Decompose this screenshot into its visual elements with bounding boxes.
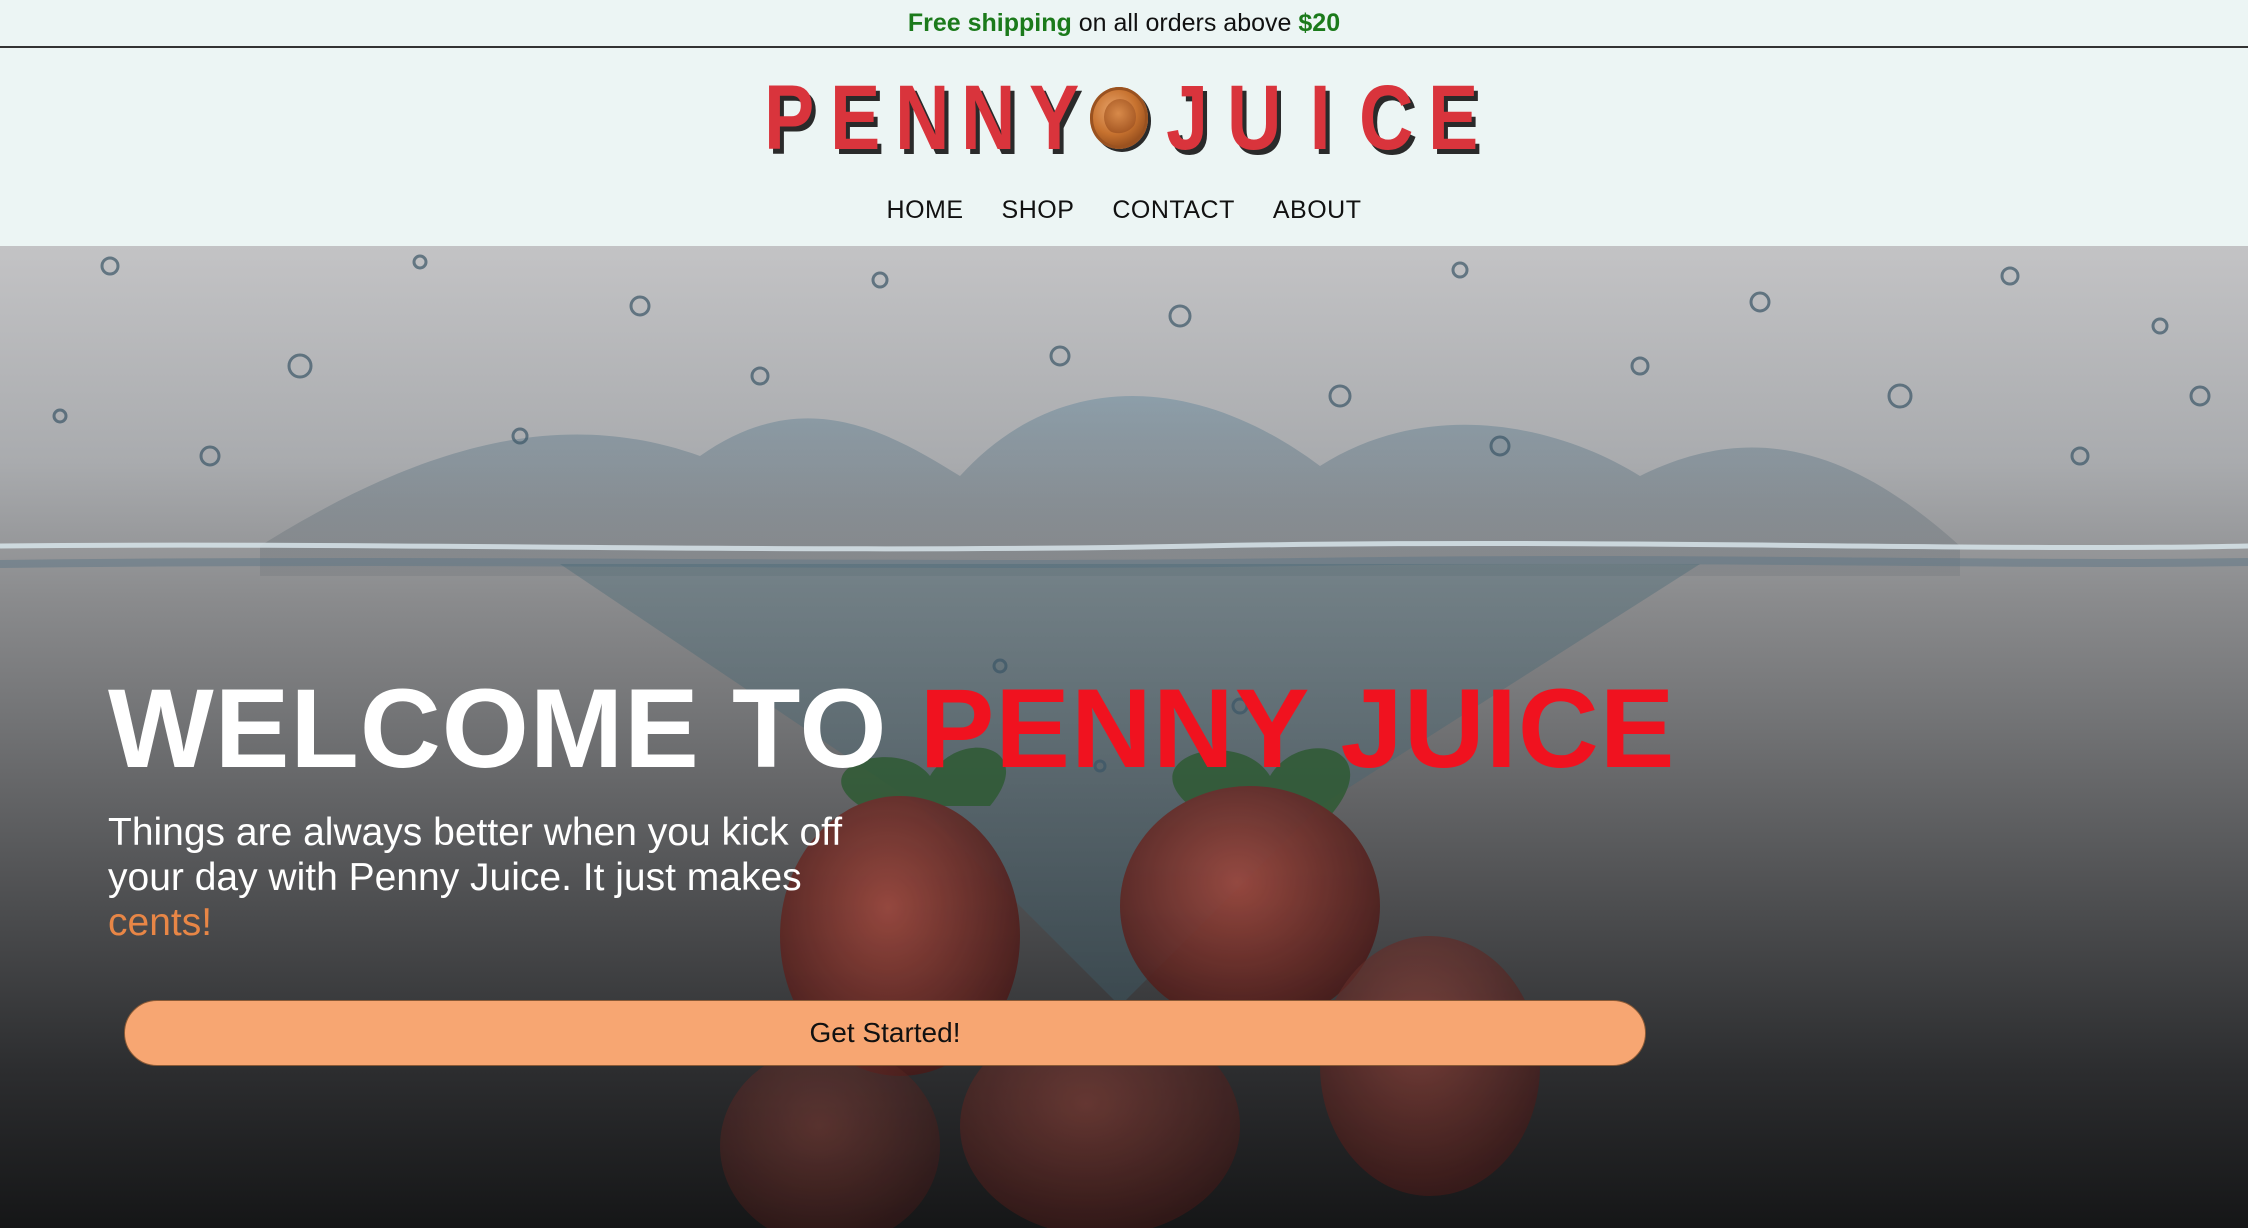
- logo-letter: I: [1309, 66, 1331, 169]
- logo-letter: N: [960, 66, 1016, 169]
- hero-title-brand: PENNY JUICE: [919, 666, 1676, 791]
- announcement-highlight: Free shipping: [907, 8, 1072, 37]
- logo-letter: N: [894, 66, 949, 169]
- brand-logo[interactable]: P E N N Y J U I C E: [756, 66, 1486, 169]
- logo-letter: C: [1359, 66, 1414, 169]
- hero-title: WELCOME TO PENNY JUICE: [108, 664, 1675, 793]
- get-started-button[interactable]: Get Started!: [124, 1000, 1646, 1066]
- logo-letter: J: [1166, 66, 1209, 169]
- nav-home[interactable]: HOME: [887, 196, 964, 225]
- site-header: P E N N Y J U I C E HOME SHOP CONTACT AB…: [0, 48, 2248, 246]
- logo-letter: E: [830, 66, 881, 169]
- hero-section: WELCOME TO PENNY JUICE Things are always…: [0, 246, 2248, 1228]
- hero-subtitle: Things are always better when you kick o…: [108, 810, 848, 945]
- main-nav: HOME SHOP CONTACT ABOUT: [0, 190, 2248, 230]
- announcement-text: on all orders above: [1078, 8, 1292, 37]
- announcement-amount: $20: [1298, 8, 1341, 37]
- announcement-bar: Free shipping on all orders above $20: [0, 0, 2248, 48]
- hero-subtitle-text: Things are always better when you kick o…: [108, 811, 843, 899]
- hero-subtitle-accent: cents!: [108, 901, 213, 944]
- logo-letter: P: [763, 66, 815, 169]
- nav-shop[interactable]: SHOP: [1002, 196, 1075, 225]
- logo-letter: Y: [1029, 66, 1080, 169]
- hero-title-white: WELCOME TO: [108, 666, 888, 791]
- nav-about[interactable]: ABOUT: [1273, 196, 1362, 225]
- nav-contact[interactable]: CONTACT: [1112, 196, 1234, 225]
- logo-letter: U: [1226, 66, 1282, 169]
- penny-coin-icon: [1089, 87, 1149, 149]
- logo-letter: E: [1427, 66, 1479, 169]
